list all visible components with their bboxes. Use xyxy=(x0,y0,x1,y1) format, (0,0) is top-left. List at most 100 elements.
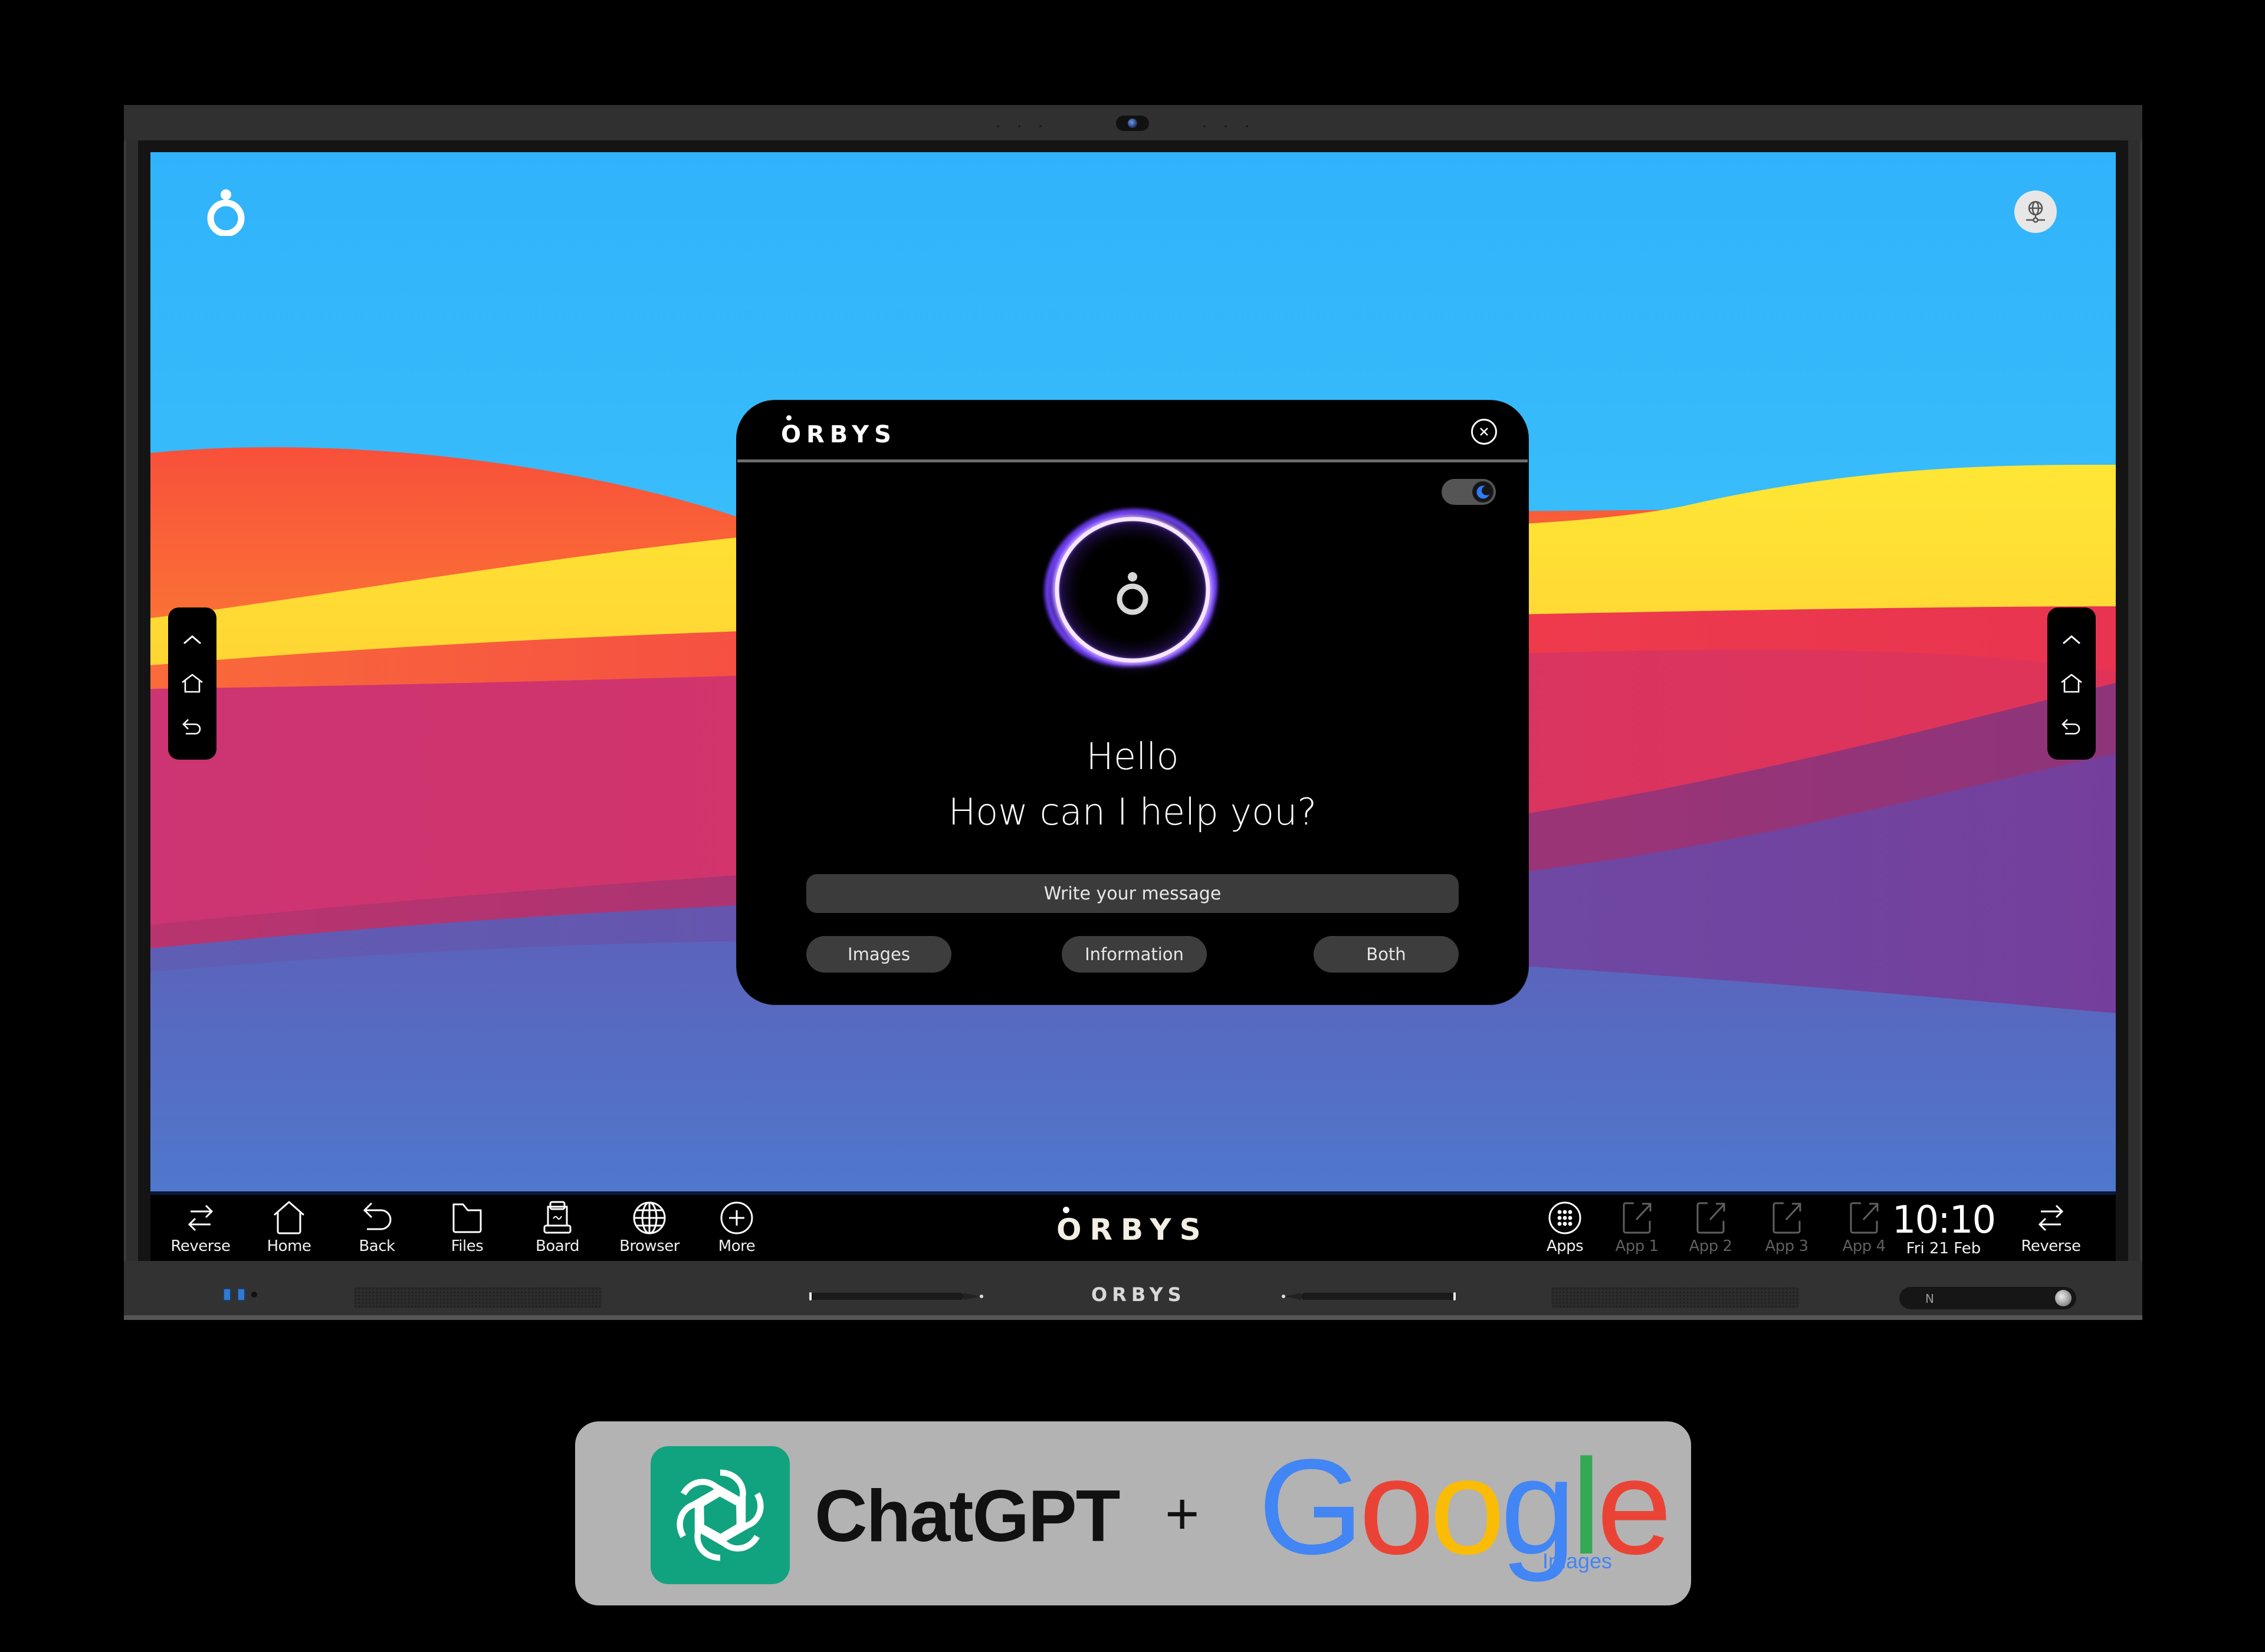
assistant-dialog: ORBYS Hello How can I help you? Write yo… xyxy=(737,401,1528,1004)
both-option-button[interactable]: Both xyxy=(1314,936,1459,973)
theme-toggle[interactable] xyxy=(1442,479,1496,505)
usb-port xyxy=(237,1288,245,1301)
google-letter: G xyxy=(1258,1431,1364,1582)
bottom-bezel: ORBYS N xyxy=(124,1261,2142,1320)
orbys-desktop-logo-icon xyxy=(207,189,245,236)
taskbar: Reverse Home Back Files Board Browser Mo… xyxy=(150,1191,2116,1261)
taskbar-label: App 4 xyxy=(1842,1237,1886,1255)
io-ports xyxy=(223,1288,257,1301)
swap-arrows-icon xyxy=(2038,1204,2064,1231)
greeting-subtitle: How can I help you? xyxy=(948,790,1317,833)
greeting-title: Hello xyxy=(1086,735,1179,778)
openai-knot-icon xyxy=(664,1469,776,1571)
globe-icon xyxy=(633,1201,666,1234)
taskbar-brand-logo: ORBYS xyxy=(1056,1213,1209,1247)
taskbar-label: App 2 xyxy=(1689,1237,1732,1255)
google-letter: o xyxy=(1358,1431,1434,1582)
power-button[interactable] xyxy=(2055,1290,2072,1306)
close-icon xyxy=(1480,428,1488,436)
taskbar-files-button[interactable]: Files xyxy=(429,1200,505,1259)
chatgpt-logo-icon xyxy=(651,1446,790,1584)
side-nav-back-button[interactable] xyxy=(175,710,210,745)
home-icon xyxy=(182,674,203,693)
home-icon xyxy=(274,1201,304,1234)
bezel-brand-logo: ORBYS xyxy=(1091,1283,1186,1306)
side-nav-up-button[interactable] xyxy=(175,622,210,658)
google-letter: o xyxy=(1429,1431,1505,1582)
taskbar-label: App 3 xyxy=(1765,1237,1808,1255)
taskbar-label: Reverse xyxy=(170,1237,231,1255)
moon-icon xyxy=(1476,485,1489,499)
apps-grid-icon xyxy=(1548,1201,1581,1234)
taskbar-home-button[interactable]: Home xyxy=(251,1200,327,1259)
usb-port xyxy=(223,1288,231,1301)
taskbar-app2-button[interactable]: App 2 xyxy=(1672,1200,1749,1259)
taskbar-label: Home xyxy=(267,1237,311,1255)
webcam xyxy=(1116,116,1149,131)
dialog-divider xyxy=(737,459,1528,462)
taskbar-label: Files xyxy=(451,1237,484,1255)
information-option-button[interactable]: Information xyxy=(1062,936,1207,973)
side-nav-back-button[interactable] xyxy=(2054,710,2089,745)
side-nav-up-button[interactable] xyxy=(2054,622,2089,658)
stylus-pen-icon xyxy=(809,1292,983,1300)
side-nav-home-button[interactable] xyxy=(175,666,210,701)
microphone-array-right xyxy=(1203,125,1248,127)
taskbar-label: More xyxy=(718,1237,756,1255)
brand-dot xyxy=(1063,1207,1069,1213)
clock: 10:10 Fri 21 Feb xyxy=(1885,1201,2003,1257)
integration-banner: ChatGPT + Google Images xyxy=(575,1421,1691,1605)
swap-arrows-icon xyxy=(188,1204,214,1231)
screen: ORBYS Hello How can I help you? Write yo… xyxy=(150,152,2116,1191)
taskbar-label: Reverse xyxy=(2021,1237,2081,1255)
taskbar-board-button[interactable]: Board xyxy=(519,1200,596,1259)
message-input[interactable] xyxy=(806,874,1459,913)
plus-sign: + xyxy=(1165,1481,1200,1547)
nfc-icon: N xyxy=(1925,1292,1934,1306)
side-nav-right xyxy=(2047,607,2096,760)
folder-icon xyxy=(452,1203,482,1233)
speaker-grille-left xyxy=(354,1287,602,1308)
taskbar-more-button[interactable]: More xyxy=(698,1200,775,1259)
chatgpt-wordmark: ChatGPT xyxy=(815,1476,1120,1557)
side-nav-home-button[interactable] xyxy=(2054,666,2089,701)
taskbar-app1-button[interactable]: App 1 xyxy=(1598,1200,1675,1259)
plus-circle-icon xyxy=(720,1201,753,1234)
clock-time: 10:10 xyxy=(1892,1198,1996,1242)
dialog-header: ORBYS xyxy=(737,401,1528,460)
taskbar-browser-button[interactable]: Browser xyxy=(611,1200,688,1259)
taskbar-label: App 1 xyxy=(1615,1237,1659,1255)
assistant-orb-icon xyxy=(1038,501,1227,678)
taskbar-back-button[interactable]: Back xyxy=(339,1200,415,1259)
taskbar-label: Back xyxy=(359,1237,395,1255)
taskbar-reverse-button[interactable]: Reverse xyxy=(162,1200,239,1259)
back-icon xyxy=(2062,719,2080,735)
external-app-icon xyxy=(1850,1202,1879,1234)
close-button[interactable] xyxy=(1471,419,1497,445)
dialog-brand-logo: ORBYS xyxy=(781,421,897,448)
chevron-up-icon xyxy=(2063,635,2080,645)
clock-date: Fri 21 Feb xyxy=(1906,1240,1981,1257)
taskbar-app3-button[interactable]: App 3 xyxy=(1748,1200,1825,1259)
camera-lens-icon xyxy=(1128,119,1137,128)
taskbar-label: Board xyxy=(536,1237,579,1255)
taskbar-label: Browser xyxy=(619,1237,680,1255)
taskbar-label: Apps xyxy=(1546,1237,1584,1255)
stylus-pen-icon xyxy=(1282,1292,1456,1300)
network-button[interactable] xyxy=(2014,191,2057,233)
microphone-array-left xyxy=(997,125,1042,127)
images-option-button[interactable]: Images xyxy=(806,936,951,973)
back-icon xyxy=(182,719,201,735)
external-app-icon xyxy=(1696,1202,1725,1234)
brand-dot xyxy=(786,415,792,421)
taskbar-reverse-right-button[interactable]: Reverse xyxy=(2013,1200,2089,1259)
speaker-grille-right xyxy=(1551,1287,1799,1308)
external-app-icon xyxy=(1772,1202,1801,1234)
google-images-label: Images xyxy=(1542,1549,1613,1573)
top-bezel xyxy=(124,105,2142,140)
external-app-icon xyxy=(1623,1202,1652,1234)
network-globe-icon xyxy=(2026,201,2045,223)
taskbar-apps-button[interactable]: Apps xyxy=(1527,1200,1603,1259)
back-icon xyxy=(363,1202,392,1230)
toggle-knob xyxy=(1472,481,1493,503)
